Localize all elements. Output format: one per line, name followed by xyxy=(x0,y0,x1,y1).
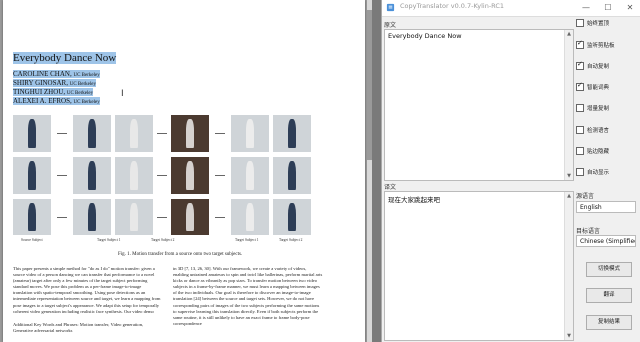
checkbox-auto-show[interactable]: 自动显示 xyxy=(576,168,609,176)
switch-mode-button[interactable]: 切换模式 xyxy=(586,262,632,277)
source-scrollbar[interactable]: ▲ ▼ xyxy=(564,30,573,180)
title-bar[interactable]: CopyTranslator v0.0.7-Kylin-RC1 — ☐ ✕ xyxy=(382,0,640,17)
body-column-text: in 3D [7, 13, 26, 30]. With our framewor… xyxy=(173,266,323,326)
checkbox-auto-copy[interactable]: 自动复制 xyxy=(576,60,609,70)
checkbox-detect-language[interactable]: 检测语言 xyxy=(576,126,609,134)
figure-separator xyxy=(57,133,67,134)
checkbox-icon[interactable] xyxy=(576,19,584,27)
checkbox-icon[interactable] xyxy=(576,104,584,112)
figure-label: Target Subject 2 xyxy=(151,238,175,242)
figure-label: Target Subject 2 xyxy=(279,238,303,242)
minimize-button[interactable]: — xyxy=(575,0,597,16)
source-text: Everybody Dance Now xyxy=(388,32,462,40)
figure-label: Target Subject 1 xyxy=(97,238,121,242)
target-frame xyxy=(171,199,209,235)
abstract-text: This paper presents a simple method for … xyxy=(13,266,161,314)
source-language-label: 源语言 xyxy=(576,193,595,200)
target-frame xyxy=(73,199,111,235)
checkbox-listen-clipboard[interactable]: 监听剪贴板 xyxy=(576,39,615,49)
target-frame xyxy=(273,115,311,152)
result-text-area[interactable]: 现在大家跳起来吧 ▲ ▼ xyxy=(384,191,574,341)
paper-title: Everybody Dance Now xyxy=(13,52,117,64)
checkbox-checked-icon[interactable] xyxy=(576,60,584,70)
target-frame xyxy=(231,157,269,194)
target-frame xyxy=(273,199,311,235)
checkbox-incremental-copy[interactable]: 增量复制 xyxy=(576,104,609,112)
target-frame xyxy=(273,157,311,194)
checkbox-icon[interactable] xyxy=(576,147,584,155)
source-frame xyxy=(13,199,51,235)
author-line: ALEXEI A. EFROS, UC Berkeley xyxy=(13,97,100,105)
target-frame xyxy=(115,157,153,194)
pdf-scrollbar[interactable] xyxy=(367,0,372,342)
figure-separator xyxy=(57,175,67,176)
source-frame xyxy=(13,157,51,194)
checkbox-always-on-top[interactable]: 始终置顶 xyxy=(576,19,609,27)
close-button[interactable]: ✕ xyxy=(619,0,640,16)
figure-separator xyxy=(215,175,225,176)
figure-separator xyxy=(157,217,167,218)
source-frame xyxy=(13,115,51,152)
scroll-down-icon[interactable]: ▼ xyxy=(565,332,573,340)
figure-separator xyxy=(215,133,225,134)
figure-label: Source Subject xyxy=(21,238,43,242)
text-cursor-icon: I xyxy=(121,89,124,99)
target-frame xyxy=(171,115,209,152)
checkbox-icon[interactable] xyxy=(576,126,584,134)
pdf-viewer[interactable]: Everybody Dance Now CAROLINE CHAN, UC Be… xyxy=(0,0,372,342)
translate-button[interactable]: 翻译 xyxy=(586,288,632,303)
scroll-up-icon[interactable]: ▲ xyxy=(565,30,573,38)
figure-caption: Fig. 1. Motion transfer from a source on… xyxy=(118,252,243,257)
target-frame xyxy=(115,115,153,152)
target-frame xyxy=(231,199,269,235)
maximize-button[interactable]: ☐ xyxy=(597,0,619,16)
source-language-select[interactable]: English xyxy=(576,201,636,213)
target-language-select[interactable]: Chinese (Simplified) xyxy=(576,235,636,247)
target-language-label: 目标语言 xyxy=(576,228,601,235)
figure-separator xyxy=(57,217,67,218)
checkbox-edge-hide[interactable]: 贴边隐藏 xyxy=(576,147,609,155)
source-text-area[interactable]: Everybody Dance Now ▲ ▼ xyxy=(384,29,574,181)
target-frame xyxy=(171,157,209,194)
target-frame xyxy=(73,157,111,194)
figure-separator xyxy=(215,217,225,218)
figure-label: Target Subject 1 xyxy=(235,238,259,242)
source-text-label: 原文 xyxy=(384,22,397,29)
scroll-up-icon[interactable]: ▲ xyxy=(565,192,573,200)
figure-separator xyxy=(157,175,167,176)
window-title: CopyTranslator v0.0.7-Kylin-RC1 xyxy=(400,2,505,10)
target-frame xyxy=(231,115,269,152)
scroll-down-icon[interactable]: ▼ xyxy=(565,172,573,180)
app-logo-icon xyxy=(386,3,395,12)
pdf-scrollbar-thumb[interactable] xyxy=(367,10,372,160)
pdf-page[interactable]: Everybody Dance Now CAROLINE CHAN, UC Be… xyxy=(3,0,365,342)
checkbox-smart-dict[interactable]: 智能词典 xyxy=(576,81,609,91)
target-frame xyxy=(115,199,153,235)
result-text-label: 译文 xyxy=(384,184,397,191)
checkbox-checked-icon[interactable] xyxy=(576,39,584,49)
figure-separator xyxy=(157,133,167,134)
checkbox-checked-icon[interactable] xyxy=(576,81,584,91)
checkbox-icon[interactable] xyxy=(576,168,584,176)
copy-result-button[interactable]: 复制结果 xyxy=(586,315,632,330)
target-frame xyxy=(73,115,111,152)
result-text: 现在大家跳起来吧 xyxy=(388,196,440,204)
result-scrollbar[interactable]: ▲ ▼ xyxy=(564,192,573,340)
keywords-text: Additional Key Words and Phrases: Motion… xyxy=(13,322,144,334)
